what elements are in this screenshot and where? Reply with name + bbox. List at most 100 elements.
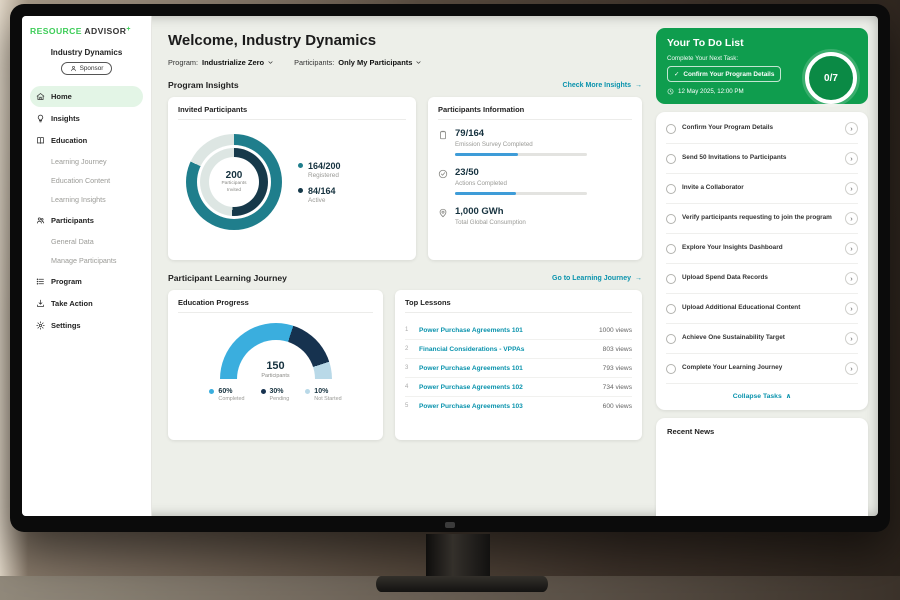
lesson-views: 803 views [603,346,632,353]
monitor-stand-base [376,576,548,592]
lesson-views: 600 views [603,403,632,410]
task-checkbox[interactable] [666,214,676,224]
task-checkbox[interactable] [666,274,676,284]
lesson-views: 793 views [603,365,632,372]
task-label: Explore Your Insights Dashboard [682,244,839,253]
task-row[interactable]: Complete Your Learning Journey › [666,354,858,384]
clipboard-icon [438,130,448,140]
recent-news-card: Recent News [656,418,868,516]
pending-dot-icon [261,389,266,394]
sidebar-item-education-content[interactable]: Education Content [30,171,143,190]
chevron-right-icon[interactable]: › [845,182,858,195]
chevron-right-icon[interactable]: › [845,152,858,165]
legend-value: 164/200 [308,161,341,171]
page-title: Welcome, Industry Dynamics [168,32,642,49]
sidebar-item-participants[interactable]: Participants [30,210,143,231]
lesson-link[interactable]: Power Purchase Agreements 101 [419,327,593,334]
task-row[interactable]: Upload Spend Data Records › [666,264,858,294]
task-row[interactable]: Verify participants requesting to join t… [666,204,858,234]
card-title: Top Lessons [405,298,632,313]
link-label: Go to Learning Journey [552,275,631,282]
check-more-insights-link[interactable]: Check More Insights → [563,82,642,89]
sidebar-item-take-action[interactable]: Take Action [30,293,143,314]
sidebar-item-education[interactable]: Education [30,130,143,151]
sidebar-item-learning-insights[interactable]: Learning Insights [30,190,143,209]
task-checkbox[interactable] [666,244,676,254]
info-row-survey: 79/164 Emission Survey Completed [438,128,632,156]
sidebar-item-home[interactable]: Home [30,86,143,107]
next-task-label: Confirm Your Program Details [683,71,774,78]
participants-select[interactable]: Participants: Only My Participants [294,58,422,67]
learning-journey-header: Participant Learning Journey Go to Learn… [168,273,642,283]
task-row[interactable]: Upload Additional Educational Content › [666,294,858,324]
sidebar-item-label: Home [51,92,72,101]
task-row[interactable]: Confirm Your Program Details › [666,114,858,144]
chevron-right-icon[interactable]: › [845,332,858,345]
task-checkbox[interactable] [666,184,676,194]
learning-cards-row: Education Progress 150 Participants [168,290,642,440]
sponsor-badge-label: Sponsor [80,65,104,72]
participants-information-card: Participants Information 79/164 Emission… [428,97,642,260]
lesson-rank: 5 [405,403,413,409]
info-label: Total Global Consumption [455,219,526,226]
chevron-right-icon[interactable]: › [845,272,858,285]
people-icon [36,216,45,225]
participants-select-value: Only My Participants [338,58,412,67]
todo-title: Your To Do List [667,37,857,49]
lesson-link[interactable]: Power Purchase Agreements 101 [419,365,597,372]
invited-participants-card: Invited Participants 200 Participants In… [168,97,416,260]
education-progress-card: Education Progress 150 Participants [168,290,383,440]
chevron-right-icon[interactable]: › [845,302,858,315]
card-title: Participants Information [438,105,632,120]
task-row[interactable]: Achieve One Sustainability Target › [666,324,858,354]
sidebar-item-program[interactable]: Program [30,271,143,292]
chevron-right-icon[interactable]: › [845,242,858,255]
lesson-link[interactable]: Financial Considerations - VPPAs [419,346,597,353]
task-checkbox[interactable] [666,124,676,134]
legend-item-completed: 60% Completed [209,388,244,402]
chevron-right-icon[interactable]: › [845,362,858,375]
legend-label: Pending [270,396,290,402]
info-row-consumption: 1,000 GWh Total Global Consumption [438,206,632,226]
task-checkbox[interactable] [666,334,676,344]
task-row[interactable]: Send 50 Invitations to Participants › [666,144,858,174]
home-icon [36,92,45,101]
chevron-right-icon[interactable]: › [845,122,858,135]
app-logo: RESOURCE ADVISOR+ [30,26,143,36]
lesson-rank: 1 [405,327,413,333]
task-row[interactable]: Explore Your Insights Dashboard › [666,234,858,264]
sidebar-item-settings[interactable]: Settings [30,315,143,336]
chevron-right-icon[interactable]: › [845,212,858,225]
lesson-rank: 2 [405,346,413,352]
collapse-tasks-link[interactable]: Collapse Tasks ∧ [666,384,858,408]
lesson-rank: 4 [405,384,413,390]
lesson-row: 2 Financial Considerations - VPPAs 803 v… [405,340,632,359]
info-label: Emission Survey Completed [455,141,587,148]
task-checkbox[interactable] [666,304,676,314]
sidebar-item-manage-participants[interactable]: Manage Participants [30,251,143,270]
invited-donut: 200 Participants Invited [186,134,282,230]
lesson-link[interactable]: Power Purchase Agreements 102 [419,384,597,391]
go-to-learning-journey-link[interactable]: Go to Learning Journey → [552,275,642,282]
legend-item-registered: 164/200 Registered [298,161,341,179]
sidebar-item-insights[interactable]: Insights [30,108,143,129]
todo-panel: Your To Do List Complete Your Next Task:… [654,16,878,516]
sidebar-item-learning-journey[interactable]: Learning Journey [30,152,143,171]
logo-secondary: ADVISOR [84,26,126,36]
lesson-row: 1 Power Purchase Agreements 101 1000 vie… [405,321,632,340]
education-gauge: 150 Participants [220,323,332,379]
insights-cards-row: Invited Participants 200 Participants In… [168,97,642,260]
monitor-logo [445,522,455,528]
sidebar-item-general-data[interactable]: General Data [30,232,143,251]
list-icon [36,277,45,286]
task-row[interactable]: Invite a Collaborator › [666,174,858,204]
lesson-link[interactable]: Power Purchase Agreements 103 [419,403,597,410]
program-select[interactable]: Program: Industrialize Zero [168,58,274,67]
task-checkbox[interactable] [666,364,676,374]
book-icon [36,136,45,145]
sidebar-nav: Home Insights Education Learning Journey… [30,85,143,337]
info-value: 1,000 GWh [455,206,526,217]
invited-legend: 164/200 Registered 84/164 Active [298,154,341,211]
task-checkbox[interactable] [666,154,676,164]
next-task-button[interactable]: ✓ Confirm Your Program Details [667,66,781,82]
